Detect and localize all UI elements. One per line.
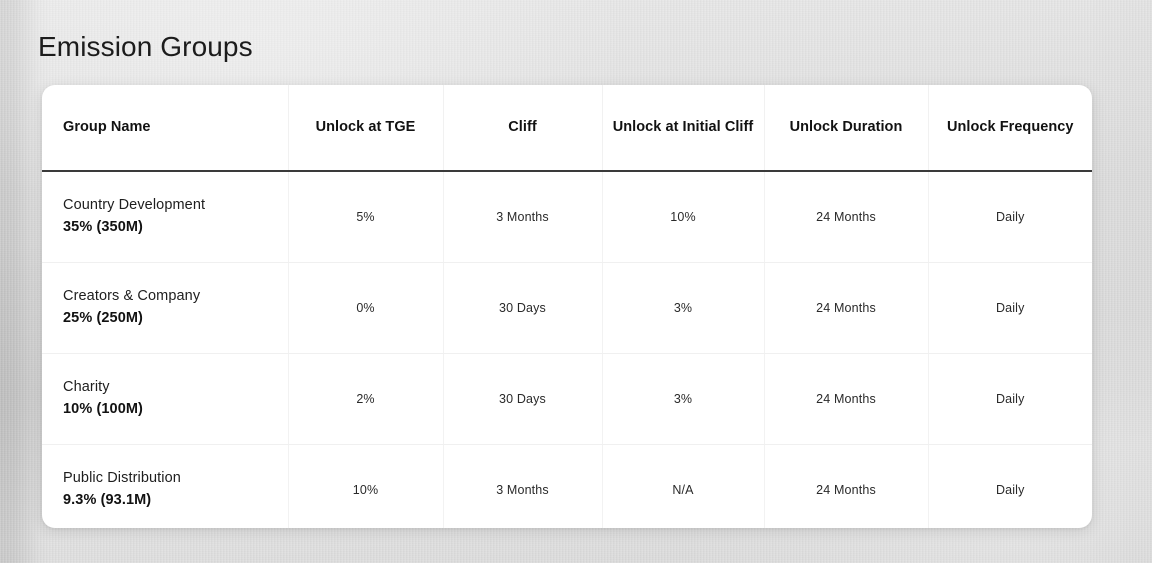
group-name-label: Public Distribution <box>63 469 181 486</box>
cell-unlock-at-tge: 5% <box>288 171 444 263</box>
cell-group-name: Public Distribution 9.3% (93.1M) <box>42 444 289 528</box>
cell-unlock-frequency: Daily <box>928 353 1092 445</box>
column-header-unlock-duration: Unlock Duration <box>764 85 929 172</box>
cell-unlock-at-initial-cliff: N/A <box>602 444 765 528</box>
cell-unlock-frequency: Daily <box>928 171 1092 263</box>
column-header-unlock-at-initial-cliff: Unlock at Initial Cliff <box>602 85 765 172</box>
cell-group-name: Country Development 35% (350M) <box>42 171 289 263</box>
group-allocation-label: 35% (350M) <box>63 219 143 236</box>
cell-unlock-frequency: Daily <box>928 262 1092 354</box>
group-name-label: Country Development <box>63 196 206 213</box>
group-allocation-label: 25% (250M) <box>63 310 143 326</box>
column-header-group-name: Group Name <box>42 85 289 172</box>
group-allocation-label: 10% (100M) <box>63 401 143 417</box>
cell-cliff: 3 Months <box>443 444 603 528</box>
cell-group-name: Charity 10% (100M) <box>42 353 289 445</box>
cell-group-name: Creators & Company 25% (250M) <box>42 262 289 354</box>
column-header-cliff: Cliff <box>443 85 603 172</box>
emission-groups-table: Group Name Unlock at TGE Cliff Unlock at… <box>42 85 1092 528</box>
cell-cliff: 30 Days <box>443 262 603 354</box>
table-row: Country Development 35% (350M) 5% 3 Mont… <box>42 171 1092 263</box>
group-name-label: Charity <box>63 378 110 395</box>
cell-unlock-at-tge: 10% <box>288 444 444 528</box>
emission-groups-table-card: Group Name Unlock at TGE Cliff Unlock at… <box>42 85 1092 528</box>
cell-cliff: 3 Months <box>443 171 603 263</box>
cell-unlock-duration: 24 Months <box>764 444 929 528</box>
table-row: Creators & Company 25% (250M) 0% 30 Days… <box>42 262 1092 354</box>
cell-unlock-at-initial-cliff: 3% <box>602 353 765 445</box>
group-name-label: Creators & Company <box>63 287 201 304</box>
cell-unlock-duration: 24 Months <box>764 353 929 445</box>
cell-unlock-at-initial-cliff: 10% <box>602 171 765 263</box>
cell-cliff: 30 Days <box>443 353 603 445</box>
cell-unlock-duration: 24 Months <box>764 262 929 354</box>
table-header-row: Group Name Unlock at TGE Cliff Unlock at… <box>42 85 1092 172</box>
cell-unlock-at-initial-cliff: 3% <box>602 262 765 354</box>
table-body: Country Development 35% (350M) 5% 3 Mont… <box>42 171 1092 528</box>
cell-unlock-at-tge: 0% <box>288 262 444 354</box>
cell-unlock-at-tge: 2% <box>288 353 444 445</box>
table-row: Public Distribution 9.3% (93.1M) 10% 3 M… <box>42 444 1092 528</box>
page-title: Emission Groups <box>38 31 253 62</box>
group-allocation-label: 9.3% (93.1M) <box>63 492 152 509</box>
table-header: Group Name Unlock at TGE Cliff Unlock at… <box>42 85 1092 172</box>
column-header-unlock-at-tge: Unlock at TGE <box>288 85 444 172</box>
table-row: Charity 10% (100M) 2% 30 Days 3% 24 Mont… <box>42 353 1092 445</box>
cell-unlock-frequency: Daily <box>995 482 1025 497</box>
column-header-unlock-frequency: Unlock Frequency <box>928 85 1092 172</box>
cell-unlock-duration: 24 Months <box>764 171 929 263</box>
